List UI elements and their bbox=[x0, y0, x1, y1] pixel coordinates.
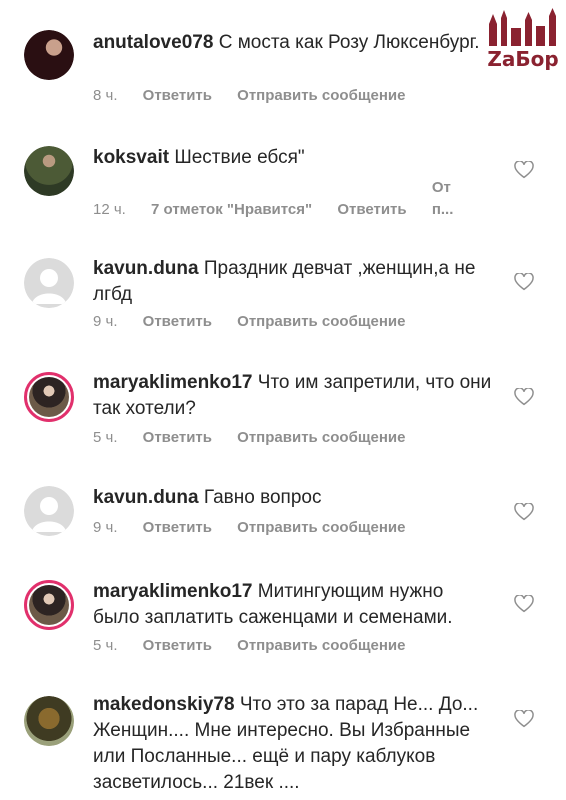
comment-meta: 9 ч. Ответить Отправить сообщение bbox=[93, 518, 426, 538]
comment-meta: 8 ч. Ответить Отправить сообщение bbox=[93, 86, 426, 106]
comment-body: Гавно вопрос bbox=[203, 487, 322, 508]
timestamp: 5 ч. bbox=[93, 429, 118, 446]
like-heart-icon[interactable] bbox=[514, 595, 534, 613]
send-message-button[interactable]: От п... bbox=[432, 177, 456, 221]
comment-meta: 5 ч. Ответить Отправить сообщение bbox=[93, 636, 426, 656]
comment-body: С моста как Розу Люксенбург. bbox=[218, 32, 480, 53]
reply-button[interactable]: Ответить bbox=[143, 312, 212, 332]
username[interactable]: anutalove078 bbox=[93, 32, 213, 53]
comment-text: maryaklimenko17 Что им запретили, что он… bbox=[93, 370, 493, 422]
avatar[interactable] bbox=[24, 372, 74, 422]
username[interactable]: koksvait bbox=[93, 147, 169, 168]
timestamp: 9 ч. bbox=[93, 519, 118, 536]
avatar[interactable] bbox=[24, 258, 74, 308]
username[interactable]: maryaklimenko17 bbox=[93, 372, 253, 393]
avatar[interactable] bbox=[24, 30, 74, 80]
username[interactable]: makedonskiy78 bbox=[93, 694, 235, 715]
reply-button[interactable]: Ответить bbox=[143, 636, 212, 656]
comment-text: kavun.duna Гавно вопрос bbox=[93, 485, 493, 511]
comment-text: anutalove078 С моста как Розу Люксенбург… bbox=[93, 30, 493, 56]
timestamp: 5 ч. bbox=[93, 637, 118, 654]
comment-text: koksvait Шествие ебся" bbox=[93, 145, 493, 171]
comment-meta: 5 ч. Ответить Отправить сообщение bbox=[93, 428, 426, 448]
comment-body: Шествие ебся" bbox=[174, 147, 305, 168]
reply-button[interactable]: Ответить bbox=[143, 518, 212, 538]
username[interactable]: kavun.duna bbox=[93, 487, 199, 508]
username[interactable]: maryaklimenko17 bbox=[93, 581, 253, 602]
timestamp: 12 ч. bbox=[93, 201, 126, 218]
reply-button[interactable]: Ответить bbox=[337, 200, 406, 220]
avatar[interactable] bbox=[24, 580, 74, 630]
send-message-button[interactable]: Отправить сообщение bbox=[237, 518, 405, 538]
reply-button[interactable]: Ответить bbox=[143, 428, 212, 448]
avatar[interactable] bbox=[24, 486, 74, 536]
send-message-button[interactable]: Отправить сообщение bbox=[237, 312, 405, 332]
comment-text: kavun.duna Праздник девчат ,женщин,а не … bbox=[93, 256, 493, 308]
send-message-button[interactable]: Отправить сообщение bbox=[237, 86, 405, 106]
zabor-logo: ZaБор bbox=[483, 6, 563, 71]
comment-text: maryaklimenko17 Митингующим нужно было з… bbox=[93, 579, 493, 631]
timestamp: 9 ч. bbox=[93, 313, 118, 330]
like-heart-icon[interactable] bbox=[514, 388, 534, 406]
comment-meta: 9 ч. Ответить Отправить сообщение bbox=[93, 312, 426, 332]
like-heart-icon[interactable] bbox=[514, 273, 534, 291]
comment-meta: 12 ч. 7 отметок "Нравится" Ответить От п… bbox=[93, 177, 477, 218]
avatar[interactable] bbox=[24, 146, 74, 196]
logo-text: ZaБор bbox=[487, 47, 558, 70]
like-heart-icon[interactable] bbox=[514, 503, 534, 521]
like-heart-icon[interactable] bbox=[514, 710, 534, 728]
avatar[interactable] bbox=[24, 696, 74, 746]
comment-text: makedonskiy78 Что это за парад Не... До.… bbox=[93, 692, 493, 796]
like-heart-icon[interactable] bbox=[514, 161, 534, 179]
send-message-button[interactable]: Отправить сообщение bbox=[237, 428, 405, 448]
send-message-button[interactable]: Отправить сообщение bbox=[237, 636, 405, 656]
likes-count[interactable]: 7 отметок "Нравится" bbox=[151, 200, 312, 220]
username[interactable]: kavun.duna bbox=[93, 258, 199, 279]
reply-button[interactable]: Ответить bbox=[143, 86, 212, 106]
timestamp: 8 ч. bbox=[93, 87, 118, 104]
